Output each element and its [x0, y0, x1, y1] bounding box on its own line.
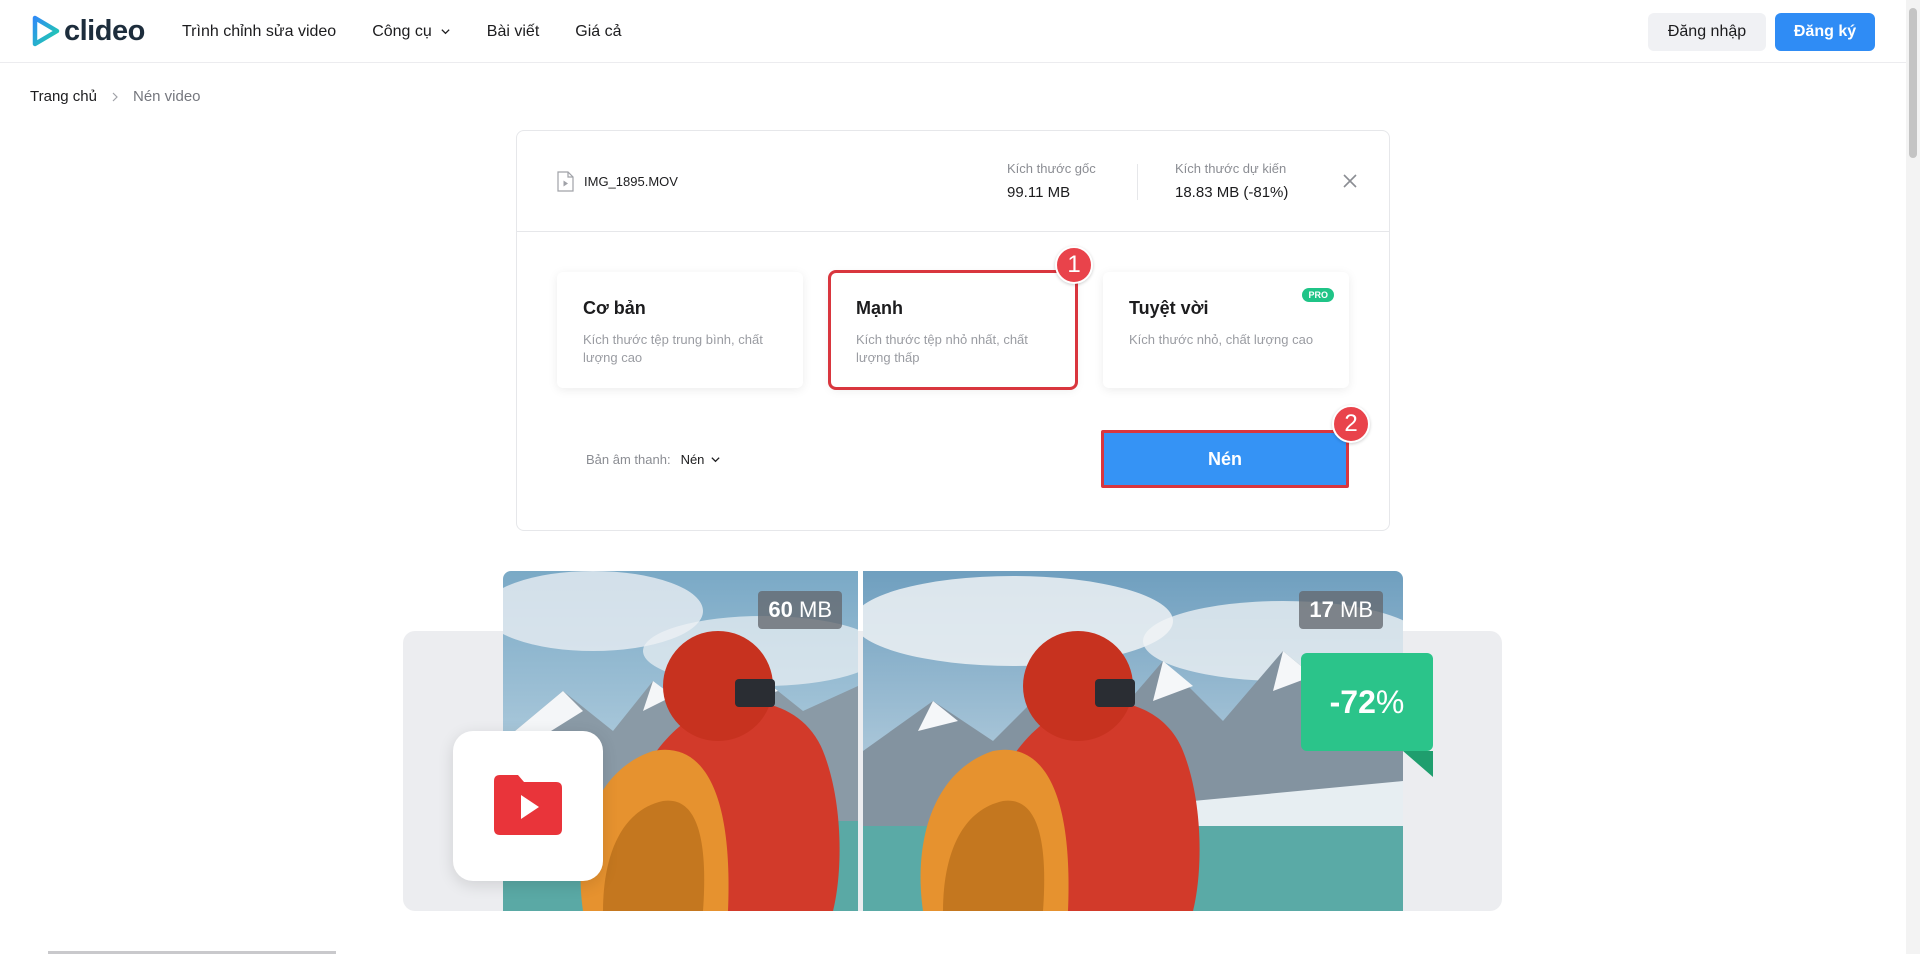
badge-ribbon-tail: [1403, 751, 1433, 777]
nav-label: Trình chỉnh sửa video: [182, 22, 337, 40]
compress-button[interactable]: Nén: [1101, 430, 1349, 488]
nav-video-editor[interactable]: Trình chỉnh sửa video: [182, 23, 336, 41]
after-size-number: 17: [1309, 597, 1334, 622]
before-size-unit: MB: [792, 597, 832, 622]
scrollbar-thumb[interactable]: [1909, 8, 1917, 158]
login-button[interactable]: Đăng nhập: [1648, 13, 1766, 51]
option-strong[interactable]: Mạnh Kích thước tệp nhỏ nhất, chất lượng…: [828, 270, 1078, 390]
after-size-tag: 17 MB: [1299, 591, 1383, 629]
chevron-down-icon: [441, 29, 450, 35]
nav-pricing[interactable]: Giá cả: [575, 23, 621, 41]
close-icon[interactable]: [1341, 172, 1359, 190]
nav-label: Giá cả: [575, 22, 622, 40]
pro-badge: PRO: [1302, 288, 1334, 302]
video-file-icon: [557, 171, 574, 192]
signup-button[interactable]: Đăng ký: [1775, 13, 1875, 51]
chevron-down-icon: [711, 457, 721, 463]
nav-articles[interactable]: Bài viết: [487, 23, 539, 41]
original-size-value: 99.11 MB: [1007, 184, 1071, 201]
size-divider: [1137, 164, 1138, 200]
option-superb[interactable]: PRO Tuyệt vời Kích thước nhỏ, chất lượng…: [1103, 272, 1349, 388]
before-size-number: 60: [768, 597, 793, 622]
chevron-right-icon: [112, 92, 118, 101]
option-basic[interactable]: Cơ bản Kích thước tệp trung bình, chất l…: [557, 272, 803, 388]
main-nav: Trình chỉnh sửa video Công cụ Bài viết G…: [182, 0, 658, 63]
option-desc: Kích thước nhỏ, chất lượng cao: [1129, 332, 1314, 347]
original-size: Kích thước gốc 99.11 MB: [1007, 161, 1096, 201]
expected-size-label: Kích thước dự kiến: [1175, 161, 1287, 176]
expected-size-value: 18.83 MB (-81%): [1175, 184, 1289, 201]
before-size-tag: 60 MB: [758, 591, 842, 629]
breadcrumb-home[interactable]: Trang chủ: [30, 88, 97, 105]
option-title: Cơ bản: [583, 298, 646, 318]
after-size-unit: MB: [1333, 597, 1373, 622]
step-marker-2: 2: [1332, 405, 1370, 443]
logo-text: clideo: [64, 14, 145, 47]
file-name: IMG_1895.MOV: [584, 174, 678, 189]
nav-label: Công cụ: [372, 22, 432, 40]
nav-tools[interactable]: Công cụ: [372, 23, 451, 41]
top-header: clideo Trình chỉnh sửa video Công cụ Bài…: [0, 0, 1906, 63]
reduction-number: -72: [1329, 683, 1376, 720]
option-title: Mạnh: [856, 298, 903, 318]
expected-size: Kích thước dự kiến 18.83 MB (-81%): [1175, 161, 1288, 201]
option-title: Tuyệt vời: [1129, 298, 1209, 318]
nav-label: Bài viết: [486, 22, 540, 40]
original-size-label: Kích thước gốc: [1007, 161, 1096, 176]
option-desc: Kích thước tệp nhỏ nhất, chất lượng thấp: [856, 332, 1028, 365]
breadcrumb: Trang chủ Nén video: [30, 88, 201, 105]
audio-label: Bản âm thanh:: [586, 452, 671, 467]
video-folder-tile: [453, 731, 603, 881]
play-logo-icon: [32, 15, 60, 47]
breadcrumb-current: Nén video: [132, 88, 201, 105]
clideo-logo[interactable]: clideo: [29, 15, 145, 47]
option-desc: Kích thước tệp trung bình, chất lượng ca…: [583, 332, 763, 365]
compress-card: IMG_1895.MOV Kích thước gốc 99.11 MB Kíc…: [516, 130, 1390, 531]
audio-dropdown[interactable]: Nén: [681, 452, 722, 467]
reduction-badge: -72%: [1301, 653, 1433, 751]
page-scrollbar[interactable]: [1906, 0, 1920, 954]
audio-value: Nén: [680, 452, 705, 467]
video-folder-icon: [494, 775, 562, 835]
audio-track-setting: Bản âm thanh: Nén: [586, 452, 721, 467]
reduction-unit: %: [1375, 683, 1405, 720]
file-info-row: IMG_1895.MOV Kích thước gốc 99.11 MB Kíc…: [517, 131, 1389, 232]
step-marker-1: 1: [1055, 246, 1093, 284]
